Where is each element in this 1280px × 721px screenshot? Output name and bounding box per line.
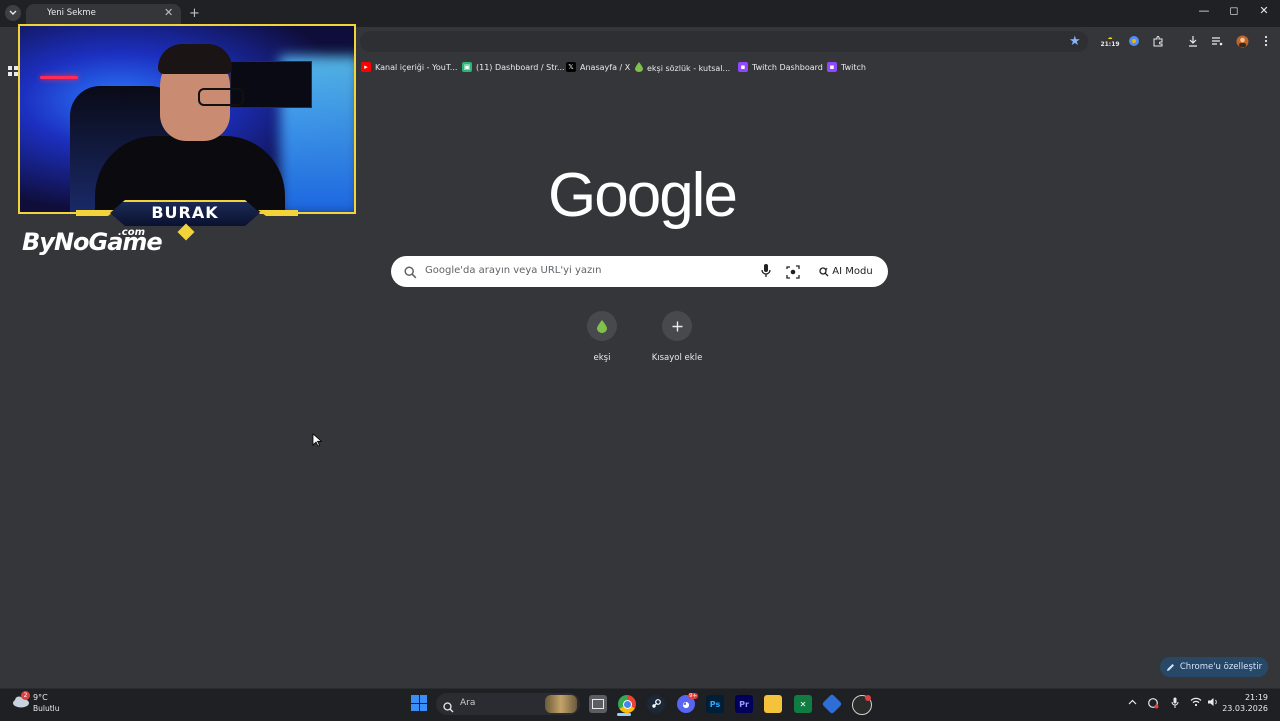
search-highlight-art	[545, 695, 577, 713]
windows-start-icon[interactable]	[411, 695, 427, 711]
premiere-icon[interactable]: Pr	[735, 695, 753, 713]
x-icon: 𝕏	[566, 62, 576, 72]
chrome-menu-icon[interactable]	[1258, 33, 1274, 49]
clock-time[interactable]: 21:19	[1230, 693, 1268, 702]
microphone-icon[interactable]	[759, 263, 773, 279]
bookmark-label: Twitch Dashboard	[752, 62, 823, 72]
bookmark-item[interactable]: ▣ (11) Dashboard / Str...	[462, 62, 565, 72]
weather-extension-icon[interactable]: ☁ 21:19	[1100, 33, 1120, 49]
excel-icon[interactable]: ✕	[794, 695, 812, 713]
glasses	[198, 88, 244, 106]
neon-light	[40, 76, 78, 79]
bookmark-label: (11) Dashboard / Str...	[476, 62, 565, 72]
wifi-icon[interactable]	[1190, 697, 1202, 710]
bookmark-item[interactable]: ▪ Twitch	[827, 62, 866, 72]
chevron-down-icon	[9, 10, 17, 15]
bookmark-label: ekşi sözlük - kutsal...	[647, 63, 731, 73]
streamer-icon: ▣	[462, 62, 472, 72]
steam-icon[interactable]	[647, 695, 665, 713]
twitch-icon: ▪	[738, 62, 748, 72]
nameplate-wing-right	[258, 210, 298, 216]
extensions-puzzle-icon[interactable]	[1150, 33, 1166, 49]
close-tab-button[interactable]: ✕	[164, 6, 173, 19]
mouse-cursor-icon	[312, 432, 323, 447]
minimize-button[interactable]: —	[1194, 4, 1214, 17]
bookmark-item[interactable]: ▸ Kanal içeriği - YouT...	[361, 62, 457, 72]
task-view-icon[interactable]	[589, 695, 607, 713]
folder-icon[interactable]	[764, 695, 782, 713]
bookmark-label: Anasayfa / X	[580, 62, 631, 72]
nameplate-diamond	[177, 223, 195, 241]
bookmark-label: Kanal içeriği - YouT...	[375, 62, 458, 72]
streamer-name: BURAK	[151, 203, 219, 222]
close-window-button[interactable]: ✕	[1254, 4, 1274, 17]
weather-condition[interactable]: Bulutlu	[33, 704, 60, 713]
active-app-indicator	[617, 713, 631, 716]
webcam-overlay	[18, 24, 356, 214]
tab-search-button[interactable]	[5, 5, 21, 21]
microphone-tray-icon[interactable]	[1171, 697, 1179, 712]
shortcut-label: Kısayol ekle	[651, 353, 703, 363]
brand-suffix: .com	[118, 227, 146, 238]
bookmark-item[interactable]: ▪ Twitch Dashboard	[738, 62, 823, 72]
address-bar[interactable]	[360, 31, 1088, 52]
chrome-icon[interactable]	[618, 695, 636, 713]
maximize-button[interactable]: ◻	[1224, 4, 1244, 17]
bookmark-item[interactable]: ekşi sözlük - kutsal...	[635, 62, 730, 74]
extension-time: 21:19	[1100, 40, 1120, 48]
add-shortcut-button[interactable]	[662, 311, 692, 341]
photoshop-icon[interactable]: Ps	[706, 695, 724, 713]
shortcut-eksi[interactable]	[587, 311, 617, 341]
customize-label: Chrome'u özelleştir	[1179, 662, 1263, 672]
weather-temp[interactable]: 9°C	[33, 693, 48, 702]
taskbar	[0, 688, 1280, 721]
ai-mode-label: AI Modu	[832, 266, 873, 277]
new-tab-button[interactable]: +	[189, 6, 200, 21]
lens-camera-icon[interactable]	[786, 264, 800, 279]
twitch-icon: ▪	[827, 62, 837, 72]
shortcut-label: ekşi	[593, 353, 611, 363]
bookmark-star-icon[interactable]: ★	[1069, 34, 1081, 49]
discord-badge: 9+	[688, 693, 699, 699]
color-extension-icon[interactable]	[1126, 33, 1142, 49]
bookmark-label: Twitch	[841, 62, 866, 72]
apps-grid-icon[interactable]	[8, 61, 18, 76]
obs-live-dot	[865, 695, 871, 701]
google-logo: Google	[548, 161, 738, 230]
clock-date[interactable]: 23.03.2026	[1222, 704, 1268, 713]
media-control-icon[interactable]	[1209, 33, 1225, 49]
streamer-hair	[158, 44, 232, 74]
tab-title: Yeni Sekme	[47, 8, 96, 18]
plus-icon	[672, 321, 682, 331]
weather-badge: 2	[21, 691, 30, 700]
bookmark-item[interactable]: 𝕏 Anasayfa / X	[566, 62, 630, 72]
youtube-icon: ▸	[361, 62, 371, 72]
sync-icon[interactable]	[1147, 697, 1159, 712]
search-icon	[443, 698, 454, 717]
eksi-icon	[635, 62, 643, 74]
search-input[interactable]: Google'da arayın veya URL'yi yazın	[425, 265, 601, 276]
volume-icon[interactable]	[1207, 697, 1219, 710]
profile-avatar[interactable]	[1234, 33, 1250, 49]
download-icon[interactable]	[1185, 33, 1201, 49]
customize-chrome-button[interactable]: Chrome'u özelleştir	[1160, 657, 1268, 677]
eksi-drop-icon	[597, 319, 607, 333]
search-icon	[404, 264, 418, 279]
taskbar-search-label: Ara	[460, 698, 476, 708]
pencil-icon	[1166, 663, 1174, 671]
tray-chevron-up-icon[interactable]	[1128, 697, 1137, 708]
ai-mode-button[interactable]: AI Modu	[812, 260, 880, 283]
ai-search-icon	[819, 266, 829, 276]
